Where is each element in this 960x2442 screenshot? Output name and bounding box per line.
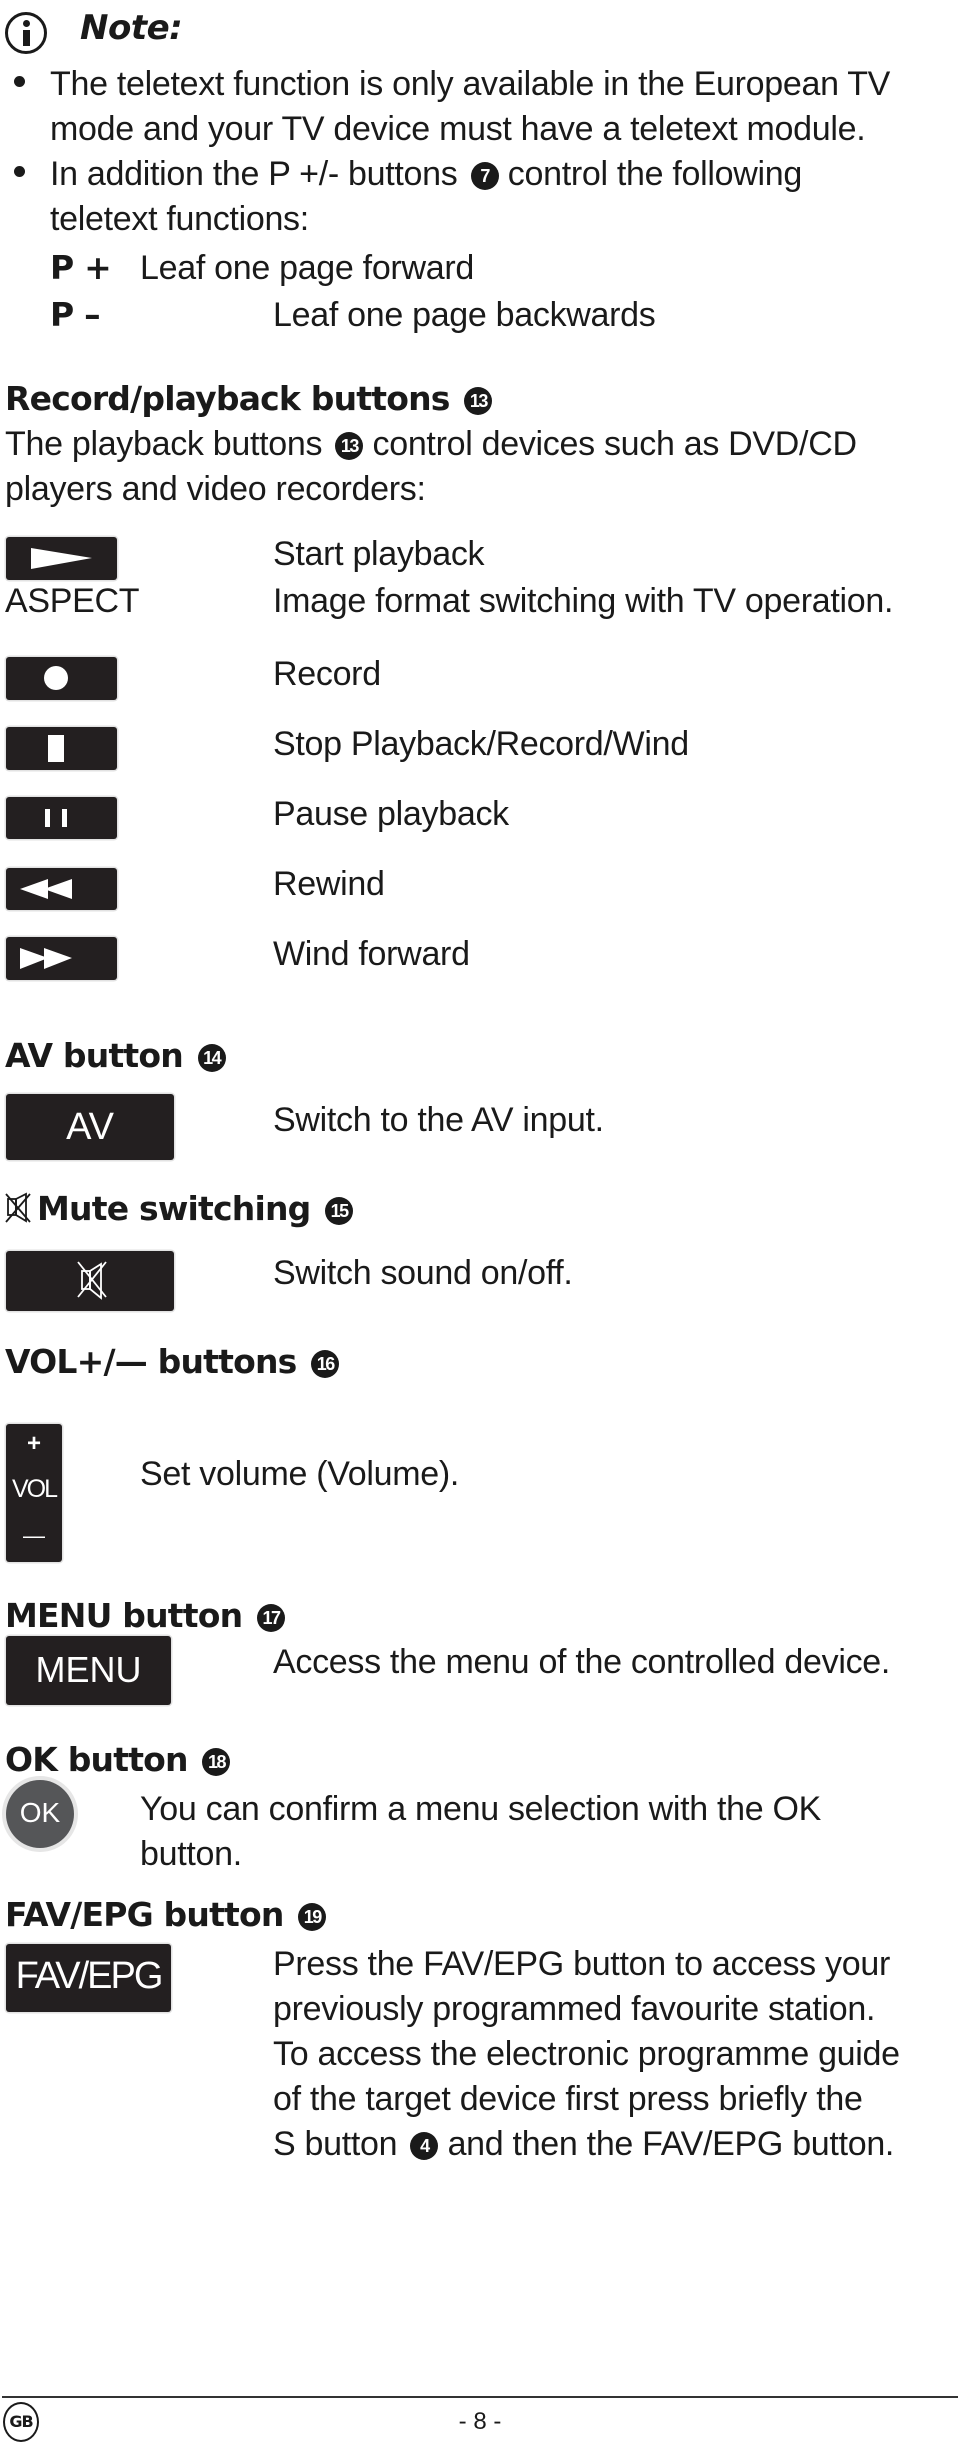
av-button-label: AV — [66, 1106, 114, 1148]
ref-badge: 7 — [470, 162, 499, 190]
text: control the following — [507, 155, 803, 193]
ok-button-label: OK — [19, 1797, 61, 1828]
aspect-label: ASPECT — [5, 582, 140, 620]
mute-icon — [5, 1192, 31, 1223]
volume-label: VOL — [11, 1475, 58, 1503]
function-key: P – — [50, 295, 101, 334]
section-heading: Record/playback buttons 13 — [5, 377, 493, 421]
row-desc: button. — [140, 1835, 242, 1873]
section-heading: FAV/EPG button 19 — [5, 1893, 327, 1937]
av-button[interactable]: AV — [6, 1094, 174, 1160]
heading-text: MENU button — [5, 1596, 243, 1635]
ref-badge: 18 — [202, 1748, 231, 1776]
heading-text: Record/playback buttons — [5, 379, 450, 418]
row-desc: Switch sound on/off. — [273, 1254, 573, 1292]
ref-badge: 17 — [257, 1604, 286, 1632]
row-desc: of the target device first press briefly… — [273, 2080, 863, 2118]
heading-text: FAV/EPG button — [5, 1895, 284, 1934]
rewind-button[interactable] — [6, 868, 117, 910]
row-desc: previously programmed favourite station. — [273, 1990, 876, 2028]
ref-badge: 15 — [325, 1197, 354, 1225]
text: The playback buttons — [5, 425, 323, 463]
row-desc: Record — [273, 655, 381, 693]
heading-text: AV button — [5, 1036, 184, 1075]
mute-button[interactable] — [6, 1251, 174, 1311]
fast-forward-icon — [20, 948, 72, 969]
section-intro: players and video recorders: — [5, 470, 426, 508]
text: S button — [273, 2125, 398, 2163]
row-desc: Set volume (Volume). — [140, 1455, 460, 1493]
text: control devices such as DVD/CD — [372, 425, 857, 463]
page-number: - 8 - — [458, 2408, 502, 2435]
ref-badge: 14 — [197, 1044, 226, 1072]
volume-button[interactable]: + VOL — — [6, 1424, 62, 1562]
row-desc: Access the menu of the controlled device… — [273, 1643, 891, 1681]
function-desc: Leaf one page forward — [140, 249, 474, 287]
note-text: mode and your TV device must have a tele… — [50, 110, 866, 148]
section-heading: Mute switching 15 — [5, 1187, 354, 1231]
volume-up-button[interactable]: + — [6, 1430, 62, 1458]
record-button[interactable] — [6, 657, 117, 700]
play-button[interactable] — [6, 537, 117, 580]
fast-forward-button[interactable] — [6, 937, 117, 980]
text: and then the FAV/EPG button. — [447, 2125, 895, 2163]
note-text: In addition the P +/- buttons 7 control … — [50, 152, 802, 197]
row-desc: Stop Playback/Record/Wind — [273, 725, 689, 763]
country-badge: GB — [3, 2402, 39, 2442]
section-heading: VOL+/— buttons 16 — [5, 1340, 340, 1384]
bullet-icon — [14, 76, 25, 87]
row-desc: Rewind — [273, 865, 385, 903]
row-desc: Press the FAV/EPG button to access your — [273, 1945, 890, 1983]
volume-down-button[interactable]: — — [6, 1522, 62, 1550]
row-desc: Pause playback — [273, 795, 509, 833]
section-intro: The playback buttons 13 control devices … — [5, 422, 857, 467]
note-title: Note: — [80, 8, 183, 48]
fav-epg-button-label: FAV/EPG — [15, 1955, 164, 1997]
ref-badge: 19 — [298, 1903, 327, 1931]
text: In addition the P +/- buttons — [50, 155, 458, 193]
row-desc: To access the electronic programme guide — [273, 2035, 900, 2073]
record-icon — [44, 666, 68, 690]
function-key: P + — [50, 248, 112, 287]
function-desc: Leaf one page backwards — [273, 296, 656, 334]
row-desc: Switch to the AV input. — [273, 1101, 604, 1139]
menu-button[interactable]: MENU — [6, 1636, 171, 1705]
row-desc: S button 4 and then the FAV/EPG button. — [273, 2122, 894, 2167]
ref-badge: 13 — [464, 387, 493, 415]
heading-text: VOL+/— buttons — [5, 1342, 297, 1381]
info-icon — [5, 12, 47, 54]
ref-badge: 13 — [335, 432, 364, 460]
stop-button[interactable] — [6, 727, 117, 770]
ok-button[interactable]: OK — [6, 1780, 74, 1848]
fav-epg-button[interactable]: FAV/EPG — [6, 1944, 171, 2012]
row-desc: Wind forward — [273, 935, 470, 973]
ref-badge: 16 — [311, 1350, 340, 1378]
pause-button[interactable] — [6, 797, 117, 839]
heading-text: Mute switching — [37, 1189, 311, 1228]
row-desc: You can confirm a menu selection with th… — [140, 1790, 822, 1828]
mute-icon — [77, 1261, 107, 1300]
menu-button-label: MENU — [35, 1649, 142, 1690]
ref-badge: 4 — [410, 2132, 439, 2160]
section-heading: AV button 14 — [5, 1034, 226, 1078]
heading-text: OK button — [5, 1740, 189, 1779]
note-text: The teletext function is only available … — [50, 65, 891, 103]
section-heading: OK button 18 — [5, 1738, 231, 1782]
pause-icon — [45, 809, 67, 827]
row-desc: Start playback — [273, 535, 485, 573]
rewind-icon — [20, 879, 72, 899]
row-desc: Image format switching with TV operation… — [273, 582, 894, 620]
stop-icon — [48, 735, 64, 762]
note-text: teletext functions: — [50, 200, 309, 238]
section-heading: MENU button 17 — [5, 1594, 286, 1638]
footer-divider — [2, 2396, 958, 2398]
play-icon — [31, 548, 92, 569]
bullet-icon — [14, 166, 25, 177]
